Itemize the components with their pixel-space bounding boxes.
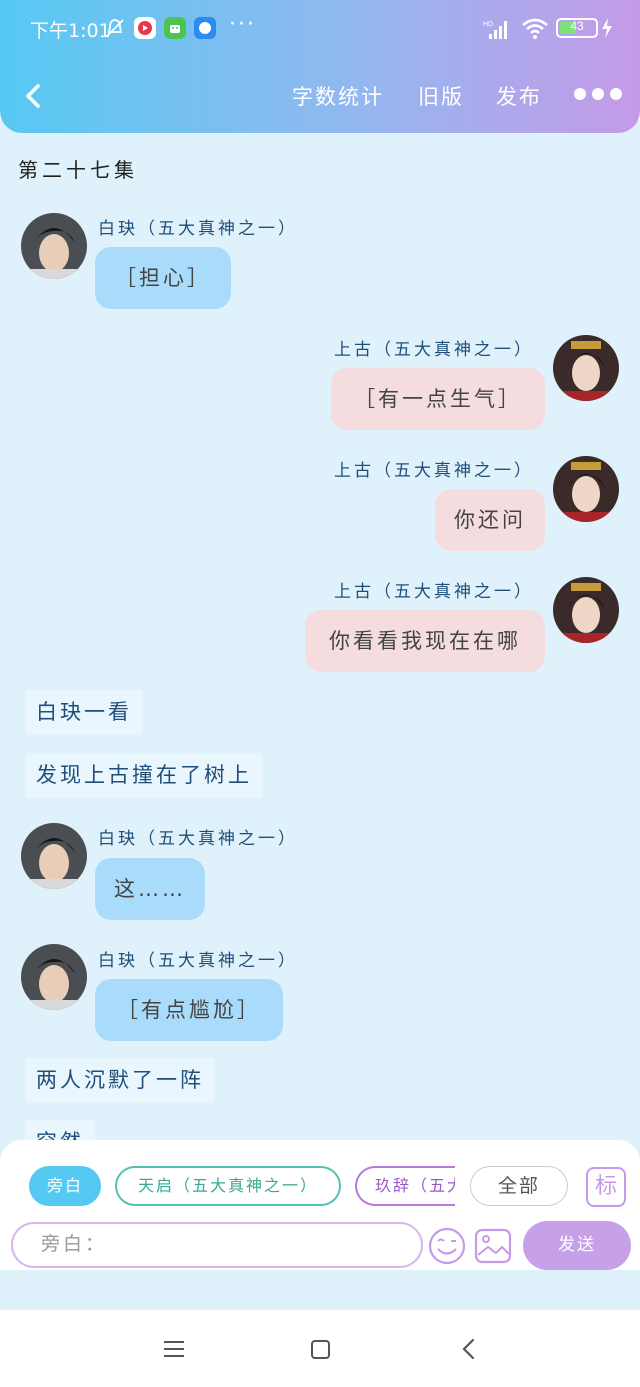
speaker-name: 白玦（五大真神之一） <box>98 219 298 239</box>
message-bubble[interactable]: ［有点尴尬］ <box>95 979 283 1041</box>
android-app-icon <box>164 17 186 39</box>
menu-icon[interactable] <box>163 1340 185 1358</box>
status-bar: 下午1:01 ··· HD 43 <box>0 0 640 58</box>
svg-text:HD: HD <box>483 21 493 28</box>
chat-area[interactable]: 第二十七集 白玦（五大真神之一） ［担心］ 上古（五大真神之一） ［有一点生气］… <box>0 120 640 1310</box>
old-version-button[interactable]: 旧版 <box>418 81 464 111</box>
role-chip-all[interactable]: 全部 <box>470 1166 568 1206</box>
speaker-name: 白玦（五大真神之一） <box>98 951 298 971</box>
more-notifications: ··· <box>229 12 256 37</box>
message-bubble[interactable]: 这…… <box>95 858 205 920</box>
system-navigation-bar <box>0 1310 640 1387</box>
battery-level-text: 43 <box>570 19 584 33</box>
wifi-icon <box>522 18 548 39</box>
narration-text[interactable]: 白玦一看 <box>25 690 143 735</box>
top-header: 下午1:01 ··· HD 43 字数统计 旧版 发布 <box>0 0 640 133</box>
back-icon[interactable] <box>460 1338 476 1360</box>
tag-button[interactable]: 标 <box>586 1167 626 1207</box>
message-bubble[interactable]: ［担心］ <box>95 247 231 309</box>
image-icon[interactable] <box>474 1227 512 1265</box>
word-count-button[interactable]: 字数统计 <box>292 81 384 111</box>
charging-icon <box>602 18 612 38</box>
speaker-name: 上古（五大真神之一） <box>334 461 534 481</box>
signal-icon: HD <box>483 21 507 39</box>
chat-app-icon <box>194 17 216 39</box>
episode-title: 第二十七集 <box>18 158 138 182</box>
avatar-baijue[interactable] <box>21 213 87 279</box>
video-app-icon <box>134 17 156 39</box>
back-arrow-icon[interactable] <box>20 80 48 112</box>
avatar-shanggu[interactable] <box>553 456 619 522</box>
avatar-baijue[interactable] <box>21 944 87 1010</box>
battery-icon: 43 <box>556 18 598 38</box>
avatar-shanggu[interactable] <box>553 335 619 401</box>
input-panel: 旁白 天启（五大真神之一） 玖辞（五大真神之一） 全部 标 旁白： 发送 <box>0 1140 640 1270</box>
publish-button[interactable]: 发布 <box>496 81 542 111</box>
message-bubble[interactable]: 你看看我现在在哪 <box>305 610 545 672</box>
message-bubble[interactable]: ［有一点生气］ <box>331 368 545 430</box>
role-chip-tianqi[interactable]: 天启（五大真神之一） <box>115 1166 341 1206</box>
speaker-name: 上古（五大真神之一） <box>334 582 534 602</box>
status-time: 下午1:01 <box>30 20 111 42</box>
message-input[interactable]: 旁白： <box>11 1222 423 1268</box>
narration-text[interactable]: 发现上古撞在了树上 <box>25 753 263 798</box>
speaker-name: 上古（五大真神之一） <box>334 340 534 360</box>
narration-text[interactable]: 两人沉默了一阵 <box>25 1058 215 1103</box>
speaker-name: 白玦（五大真神之一） <box>98 829 298 849</box>
home-icon[interactable] <box>311 1340 330 1359</box>
more-dots-icon[interactable] <box>572 88 622 102</box>
role-chip-jiuci[interactable]: 玖辞（五大真神之一） <box>355 1166 455 1206</box>
role-chip-narration[interactable]: 旁白 <box>29 1166 101 1206</box>
emoji-icon[interactable] <box>428 1227 466 1265</box>
mute-bell-icon <box>106 19 124 37</box>
avatar-shanggu[interactable] <box>553 577 619 643</box>
send-button[interactable]: 发送 <box>523 1221 631 1270</box>
avatar-baijue[interactable] <box>21 823 87 889</box>
message-bubble[interactable]: 你还问 <box>435 489 545 551</box>
